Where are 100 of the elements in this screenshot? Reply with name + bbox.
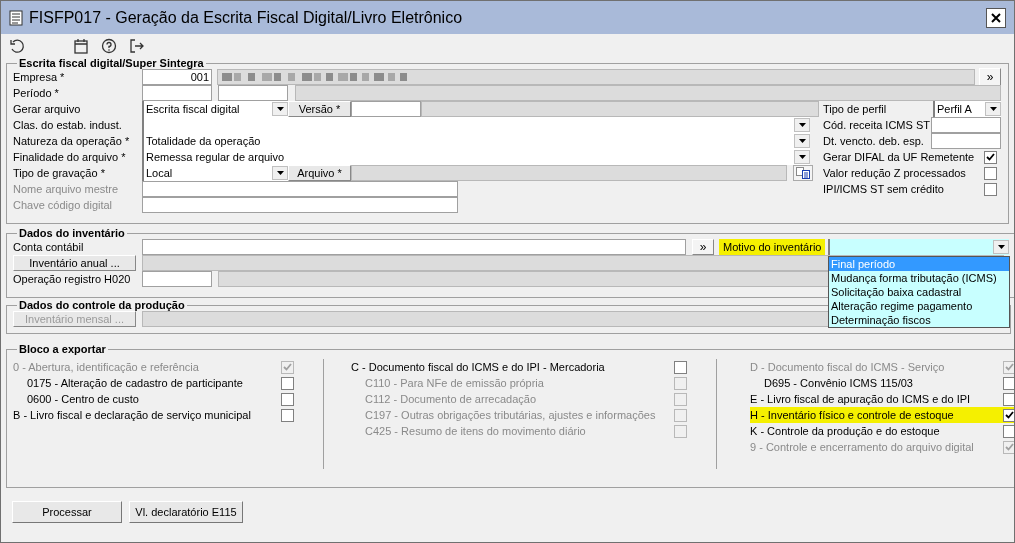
dropdown-option[interactable]: Determinação fiscos	[829, 313, 1009, 327]
input-field[interactable]	[142, 181, 458, 197]
checkmark-icon	[986, 153, 995, 161]
input-field[interactable]	[142, 85, 212, 101]
section-title: Bloco a exportar	[18, 344, 107, 355]
section-title: Escrita fiscal digital/Super Sintegra	[18, 58, 205, 69]
field-label: Chave código digital	[13, 198, 114, 212]
block-label: E - Livro fiscal de apuração do ICMS e do IPI	[750, 391, 972, 407]
input-field[interactable]	[142, 239, 686, 255]
checkbox[interactable]	[281, 408, 294, 422]
checkbox[interactable]	[1003, 392, 1014, 406]
input-field[interactable]	[218, 85, 288, 101]
dropdown-field[interactable]	[142, 117, 810, 133]
block-label: C425 - Resumo de itens do movimento diário	[365, 423, 587, 439]
caret-icon	[798, 123, 806, 127]
dropdown-arrow-button[interactable]	[272, 102, 288, 116]
input-field[interactable]	[931, 133, 1001, 149]
caret-icon	[798, 139, 806, 143]
close-button[interactable]	[986, 7, 1006, 28]
exit-icon[interactable]	[129, 38, 145, 54]
checkmark-icon	[1005, 363, 1014, 371]
action-button[interactable]: Inventário anual ...	[13, 255, 136, 271]
block-label: C110 - Para NFe de emissão própria	[365, 375, 545, 391]
field-label: Clas. do estab. indust.	[13, 118, 123, 132]
highlighted-label: Motivo do inventário	[719, 239, 825, 255]
checkmark-icon	[1005, 411, 1014, 419]
block-label: D695 - Convênio ICMS 115/03	[764, 375, 914, 391]
field-label: Operação registro H020	[13, 272, 132, 286]
dropdown-arrow-button[interactable]	[794, 134, 810, 148]
dropdown-arrow-button[interactable]	[993, 240, 1009, 254]
field-label: Conta contábil	[13, 240, 85, 254]
field-label: Finalidade do arquivo *	[13, 150, 127, 164]
section-title: Dados do inventário	[18, 228, 126, 239]
dropdown-arrow-button[interactable]	[985, 102, 1001, 116]
field-label: Período *	[13, 86, 60, 100]
dropdown-option[interactable]: Mudança forma tributação (ICMS)	[829, 271, 1009, 285]
checkmark-icon	[283, 363, 292, 371]
block-label: C - Documento fiscal do ICMS e do IPI - Mercadoria	[351, 359, 606, 375]
block-label: 0 - Abertura, identificação e referência	[13, 359, 200, 375]
help-icon[interactable]	[101, 38, 117, 54]
block-label: B - Livro fiscal e declaração de serviço municipal	[13, 407, 252, 423]
document-list-icon	[796, 167, 810, 179]
field-label: Valor redução Z processados	[823, 166, 966, 180]
undo-icon[interactable]	[9, 38, 25, 54]
block-label: C197 - Outras obrigações tributárias, ajustes e informações	[365, 407, 657, 423]
dropdown-field[interactable]: Perfil A	[933, 101, 1001, 117]
document-icon	[9, 9, 23, 26]
field-label: Natureza da operação *	[13, 134, 131, 148]
calendar-icon[interactable]	[73, 38, 89, 54]
dropdown-field[interactable]: Local	[142, 165, 288, 181]
caret-icon	[276, 107, 284, 111]
section-title: Dados do controle da produção	[18, 300, 186, 311]
field-label: Nome arquivo mestre	[13, 182, 120, 196]
action-button[interactable]: Versão *	[288, 101, 351, 117]
block-label: H - Inventário físico e controle de estoque	[750, 407, 1001, 423]
lookup-button[interactable]: »	[979, 68, 1001, 86]
caret-icon	[989, 107, 997, 111]
field-label: Gerar arquivo	[13, 102, 82, 116]
field-label: Empresa *	[13, 70, 66, 84]
checkbox[interactable]	[1003, 408, 1014, 422]
field-label: Tipo de gravação *	[13, 166, 106, 180]
dropdown-option[interactable]: Solicitação baixa cadastral	[829, 285, 1009, 299]
field-label: IPI/ICMS ST sem crédito	[823, 182, 944, 196]
dropdown-arrow-button[interactable]	[272, 166, 288, 180]
dropdown-field[interactable]: Totalidade da operação	[142, 133, 810, 149]
block-label: 0600 - Centro de custo	[27, 391, 140, 407]
action-button[interactable]: Arquivo *	[288, 165, 351, 181]
caret-icon	[798, 155, 806, 159]
field-label: Gerar DIFAL da UF Remetente	[823, 150, 975, 164]
field-label: Cód. receita ICMS ST	[823, 118, 931, 132]
checkbox[interactable]	[984, 150, 997, 164]
lookup-button[interactable]: »	[692, 239, 714, 255]
input-field[interactable]	[142, 197, 458, 213]
action-button[interactable]: Processar	[12, 501, 122, 523]
block-label: K - Controle da produção e do estoque	[750, 423, 941, 439]
dropdown-arrow-button[interactable]	[794, 150, 810, 164]
input-field[interactable]	[142, 271, 212, 287]
close-icon	[991, 12, 1001, 23]
input-field[interactable]	[351, 101, 421, 117]
block-label: C112 - Documento de arrecadação	[365, 391, 537, 407]
block-label: 9 - Controle e encerramento do arquivo digital	[750, 439, 975, 455]
checkbox[interactable]	[674, 360, 687, 374]
checkbox[interactable]	[1003, 424, 1014, 438]
dropdown-field[interactable]	[828, 239, 1009, 255]
checkbox[interactable]	[984, 182, 997, 196]
input-field[interactable]: 001	[142, 69, 212, 85]
checkmark-icon	[1005, 443, 1014, 451]
field-label: Tipo de perfil	[823, 102, 888, 116]
field-label: Dt. vencto. deb. esp.	[823, 134, 925, 148]
action-button[interactable]: Vl. declaratório E115	[129, 501, 243, 523]
dropdown-field[interactable]: Escrita fiscal digital	[142, 101, 288, 117]
checkbox[interactable]	[984, 166, 997, 180]
dropdown-arrow-button[interactable]	[794, 118, 810, 132]
file-list-button[interactable]	[793, 165, 813, 181]
dropdown-field[interactable]: Remessa regular de arquivo	[142, 149, 810, 165]
caret-icon	[276, 171, 284, 175]
caret-icon	[997, 245, 1005, 249]
dropdown-option[interactable]: Alteração regime pagamento	[829, 299, 1009, 313]
input-field[interactable]	[931, 117, 1001, 133]
block-label: D - Documento fiscal do ICMS - Serviço	[750, 359, 946, 375]
